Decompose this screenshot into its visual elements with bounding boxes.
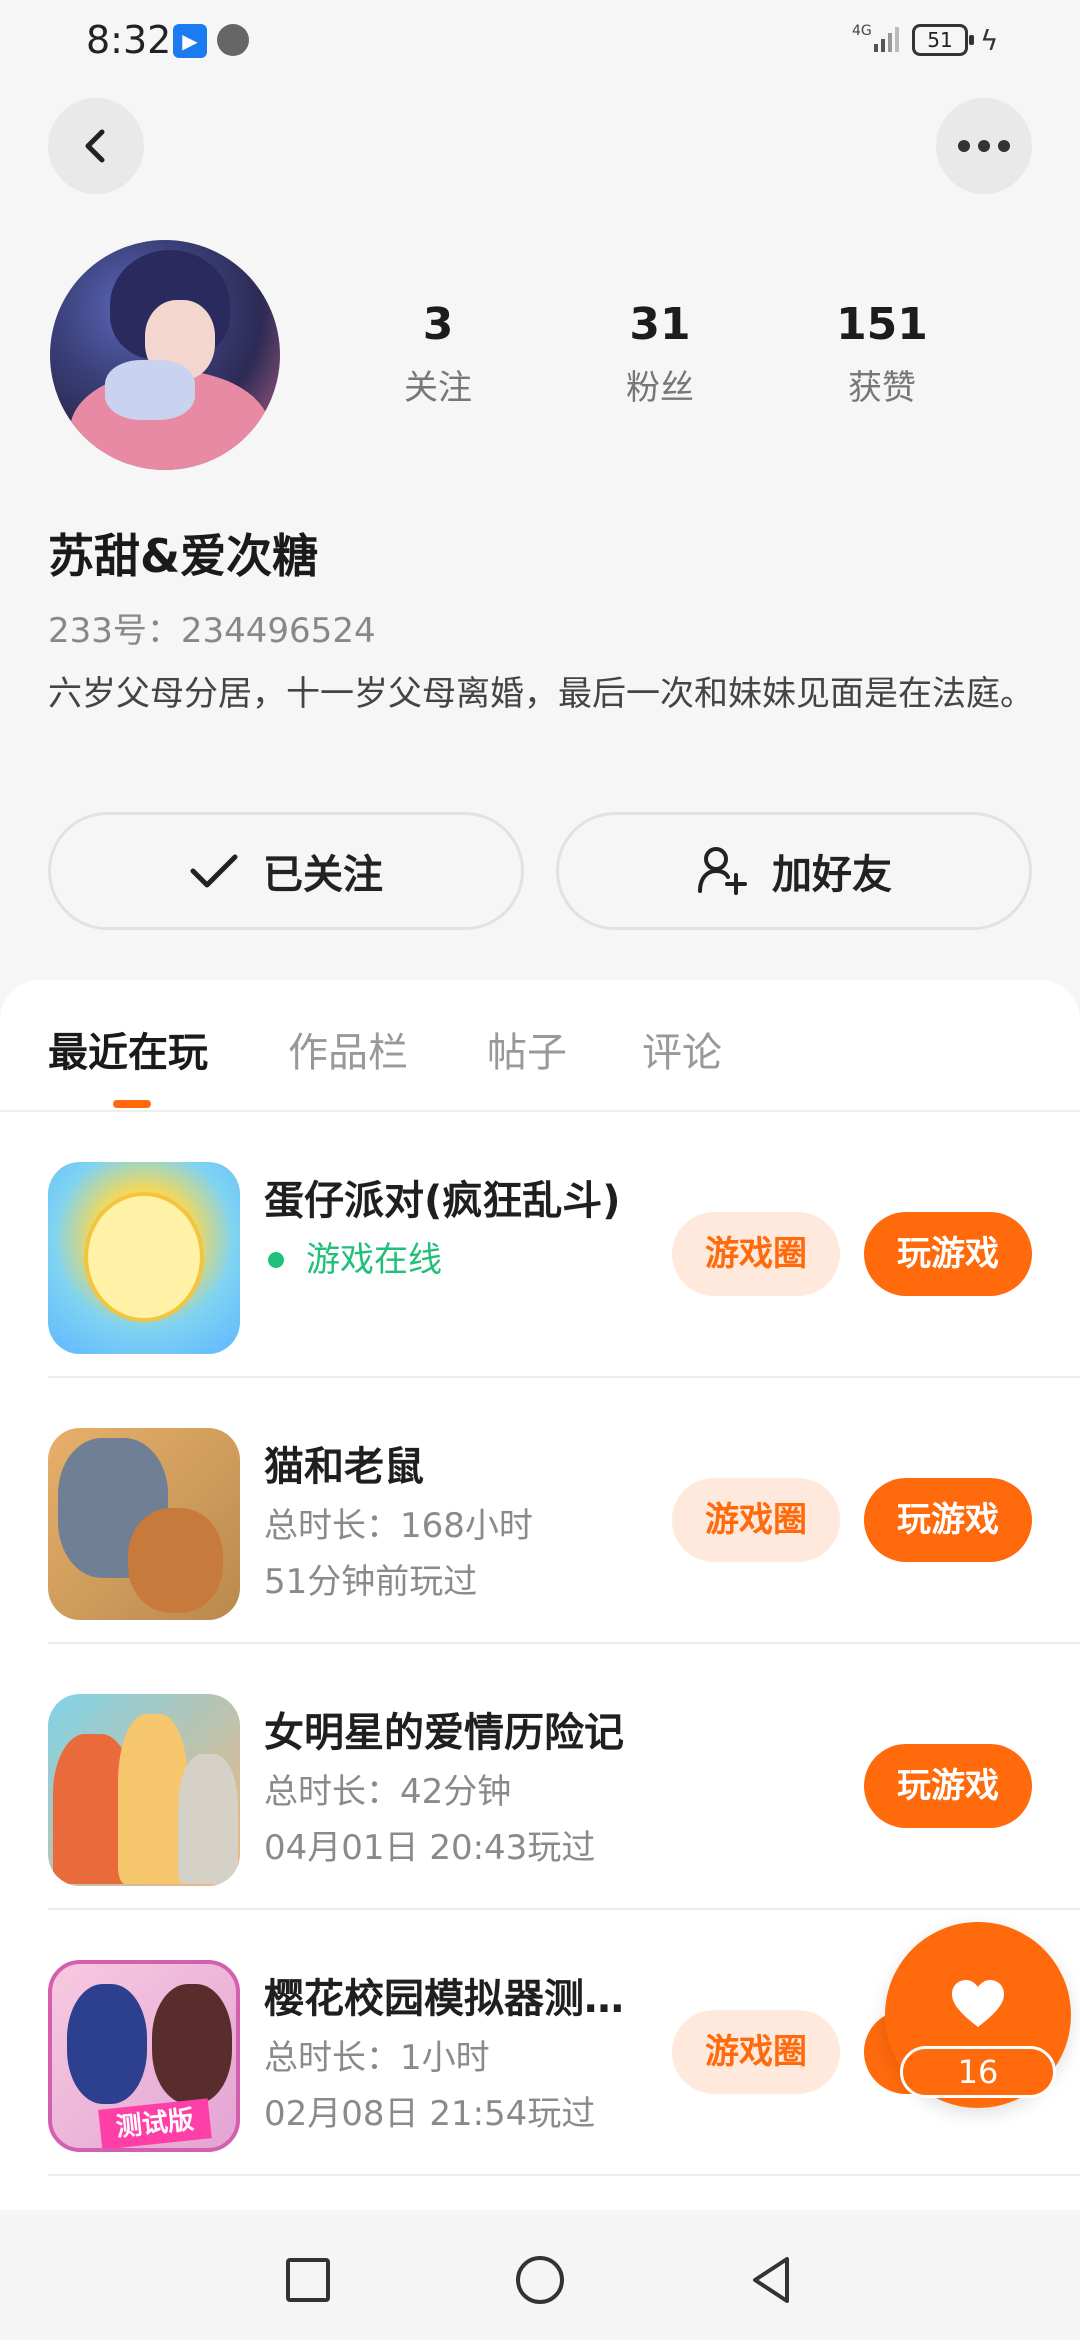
tab-recently-played[interactable]: 最近在玩 <box>48 1020 208 1078</box>
system-back-button[interactable] <box>742 2250 802 2310</box>
online-dot-icon <box>268 1251 284 1268</box>
game-icon[interactable] <box>48 1162 240 1354</box>
row-divider <box>48 2174 1080 2176</box>
add-friend-button[interactable]: 加好友 <box>556 812 1032 930</box>
game-total-time: 总时长：1小时 <box>264 2038 490 2078</box>
network-type: 4G <box>852 23 872 39</box>
game-title: 猫和老鼠 <box>264 1444 424 1490</box>
more-dots-icon <box>958 140 1010 152</box>
square-icon <box>286 2258 330 2302</box>
game-circle-button[interactable]: 游戏圈 <box>672 2010 840 2094</box>
game-icon[interactable]: 测试版 <box>48 1960 240 2152</box>
test-version-badge: 测试版 <box>98 2098 212 2148</box>
charging-icon: ϟ <box>980 24 999 57</box>
followed-button[interactable]: 已关注 <box>48 812 524 930</box>
triangle-back-icon <box>753 2257 789 2303</box>
stat-fans[interactable]: 31 粉丝 <box>580 300 740 409</box>
navigation-bar <box>0 2220 1080 2340</box>
tab-comments[interactable]: 评论 <box>642 1020 722 1078</box>
stat-likes[interactable]: 151 获赞 <box>802 300 962 409</box>
circle-icon <box>516 2256 564 2304</box>
chevron-left-icon <box>85 129 105 163</box>
fans-label: 粉丝 <box>626 368 694 408</box>
app-notification-icon: ▶ <box>173 24 207 58</box>
add-user-icon <box>698 847 747 895</box>
avatar[interactable] <box>50 240 280 470</box>
status-time: 8:32 <box>86 18 172 62</box>
tab-works[interactable]: 作品栏 <box>288 1020 408 1078</box>
profile-tabs: 最近在玩 作品栏 帖子 评论 <box>0 1020 1080 1112</box>
play-game-button[interactable]: 玩游戏 <box>864 1478 1032 1562</box>
fans-count: 31 <box>629 299 691 350</box>
recent-apps-button[interactable] <box>278 2250 338 2310</box>
game-last-played: 04月01日 20:43玩过 <box>264 1828 596 1868</box>
back-button[interactable] <box>48 98 144 194</box>
game-last-played: 02月08日 21:54玩过 <box>264 2094 596 2134</box>
likes-label: 获赞 <box>848 368 916 408</box>
likes-count: 151 <box>836 299 928 350</box>
play-game-button[interactable]: 玩游戏 <box>864 1212 1032 1296</box>
like-count: 16 <box>900 2046 1056 2098</box>
heart-icon <box>952 1980 1004 2027</box>
home-button[interactable] <box>510 2250 570 2310</box>
game-row[interactable]: 蛋仔派对(疯狂乱斗) 游戏在线 游戏圈 玩游戏 <box>0 1112 1080 1378</box>
audio-notification-icon <box>217 24 249 56</box>
game-row[interactable]: 猫和老鼠 总时长：168小时 51分钟前玩过 游戏圈 玩游戏 <box>0 1378 1080 1644</box>
game-row[interactable]: 女明星的爱情历险记 总时长：42分钟 04月01日 20:43玩过 玩游戏 <box>0 1644 1080 1910</box>
following-label: 关注 <box>404 368 472 408</box>
game-total-time: 总时长：168小时 <box>264 1506 533 1546</box>
game-last-played: 51分钟前玩过 <box>264 1562 478 1602</box>
status-bar: 8:32 ▶ 4G 51 ϟ <box>0 0 1080 80</box>
tab-posts[interactable]: 帖子 <box>487 1020 567 1078</box>
game-total-time: 总时长：42分钟 <box>264 1772 512 1812</box>
profile-screen: 8:32 ▶ 4G 51 ϟ 3 关注 31 粉丝 151 获赞 苏甜&爱次糖 … <box>0 0 1080 2340</box>
more-button[interactable] <box>936 98 1032 194</box>
bio: 六岁父母分居，十一岁父母离婚，最后一次和妹妹见面是在法庭。 <box>48 674 1034 714</box>
online-label: 游戏在线 <box>306 1240 442 1280</box>
add-friend-label: 加好友 <box>772 852 892 898</box>
followed-label: 已关注 <box>263 852 383 898</box>
floating-like-button[interactable]: 16 <box>885 1922 1071 2108</box>
game-title: 女明星的爱情历险记 <box>264 1710 624 1756</box>
game-icon[interactable] <box>48 1694 240 1886</box>
game-icon[interactable] <box>48 1428 240 1620</box>
stat-following[interactable]: 3 关注 <box>358 300 518 409</box>
battery-icon: 51 <box>912 24 974 56</box>
game-title: 蛋仔派对(疯狂乱斗) <box>264 1178 621 1224</box>
following-count: 3 <box>422 299 454 350</box>
signal-icon <box>874 27 899 52</box>
check-icon <box>190 854 238 888</box>
username: 苏甜&爱次糖 <box>48 529 319 583</box>
game-circle-button[interactable]: 游戏圈 <box>672 1212 840 1296</box>
game-title: 樱花校园模拟器测试版 <box>264 1976 644 2022</box>
user-id: 233号：234496524 <box>48 611 376 651</box>
play-game-button[interactable]: 玩游戏 <box>864 1744 1032 1828</box>
game-online-status: 游戏在线 <box>264 1232 442 1281</box>
game-circle-button[interactable]: 游戏圈 <box>672 1478 840 1562</box>
tab-indicator <box>113 1100 151 1108</box>
